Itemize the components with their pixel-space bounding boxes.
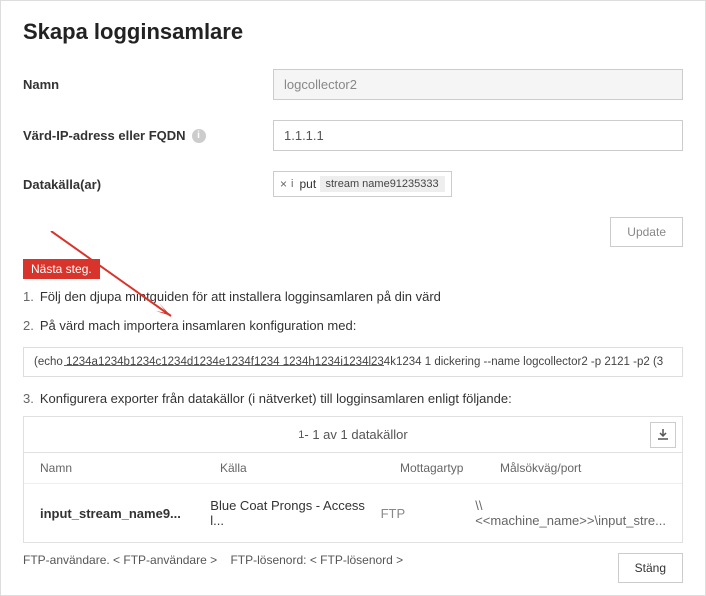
update-button[interactable]: Update (610, 217, 683, 247)
page-title: Skapa logginsamlare (23, 19, 683, 45)
datasource-table: 1 - 1 av 1 datakällor Namn Källa Mottaga… (23, 416, 683, 543)
step-number: 2. (23, 318, 34, 333)
ftp-pass-value: < FTP-lösenord > (310, 553, 403, 567)
row-name: input_stream_name9... (40, 506, 210, 521)
table-header-text: - 1 av 1 datakällor (304, 427, 407, 442)
table-header: 1 - 1 av 1 datakällor (24, 417, 682, 453)
download-icon (657, 429, 669, 441)
col-name: Namn (40, 461, 220, 475)
row-source: Blue Coat Prongs - Access l... (210, 498, 380, 528)
table-row[interactable]: input_stream_name9... Blue Coat Prongs -… (24, 484, 682, 542)
col-source: Källa (220, 461, 400, 475)
col-type: Mottagartyp (400, 461, 500, 475)
step-number: 3. (23, 391, 34, 406)
row-dest: \\<<machine_name>>\input_stre... (475, 498, 666, 528)
datasources-label: Datakälla(ar) (23, 177, 273, 192)
ftp-user-label: FTP-användare. (23, 553, 113, 567)
download-button[interactable] (650, 422, 676, 448)
ftp-credentials: FTP-användare. < FTP-användare > FTP-lös… (23, 553, 683, 567)
step-3-text: Konfigurera exporter från datakällor (i … (40, 391, 512, 406)
host-label: Värd-IP-adress eller FQDN i (23, 128, 273, 143)
step-1-text: Följ den djupa mintguiden för att instal… (40, 289, 441, 304)
ds-prefix: put (299, 177, 316, 191)
host-input[interactable] (273, 120, 683, 151)
name-label: Namn (23, 77, 273, 92)
underline-annotation (64, 365, 384, 366)
close-button[interactable]: Stäng (618, 553, 683, 583)
step-number: 1. (23, 289, 34, 304)
next-step-badge: Nästa steg. (23, 259, 100, 279)
command-box[interactable]: (echo 1234a1234b1234c1234d1234e1234f1234… (23, 347, 683, 377)
datasource-tag: stream name91235333 (320, 176, 445, 192)
info-icon[interactable]: i (192, 129, 206, 143)
host-label-text: Värd-IP-adress eller FQDN (23, 128, 186, 143)
step-2-text: På värd mach importera insamlaren konfig… (40, 318, 356, 333)
close-icon[interactable]: × (280, 177, 287, 191)
row-type: FTP (381, 506, 476, 521)
command-text: (echo 1234a1234b1234c1234d1234e1234f1234… (34, 356, 663, 368)
ftp-user-value: < FTP-användare > (113, 553, 217, 567)
name-input[interactable] (273, 69, 683, 100)
col-dest: Målsökväg/port (500, 461, 666, 475)
ftp-pass-label: FTP-lösenord: (230, 553, 309, 567)
info-small-icon: i (291, 178, 293, 190)
datasource-box[interactable]: × i put stream name91235333 (273, 171, 452, 197)
